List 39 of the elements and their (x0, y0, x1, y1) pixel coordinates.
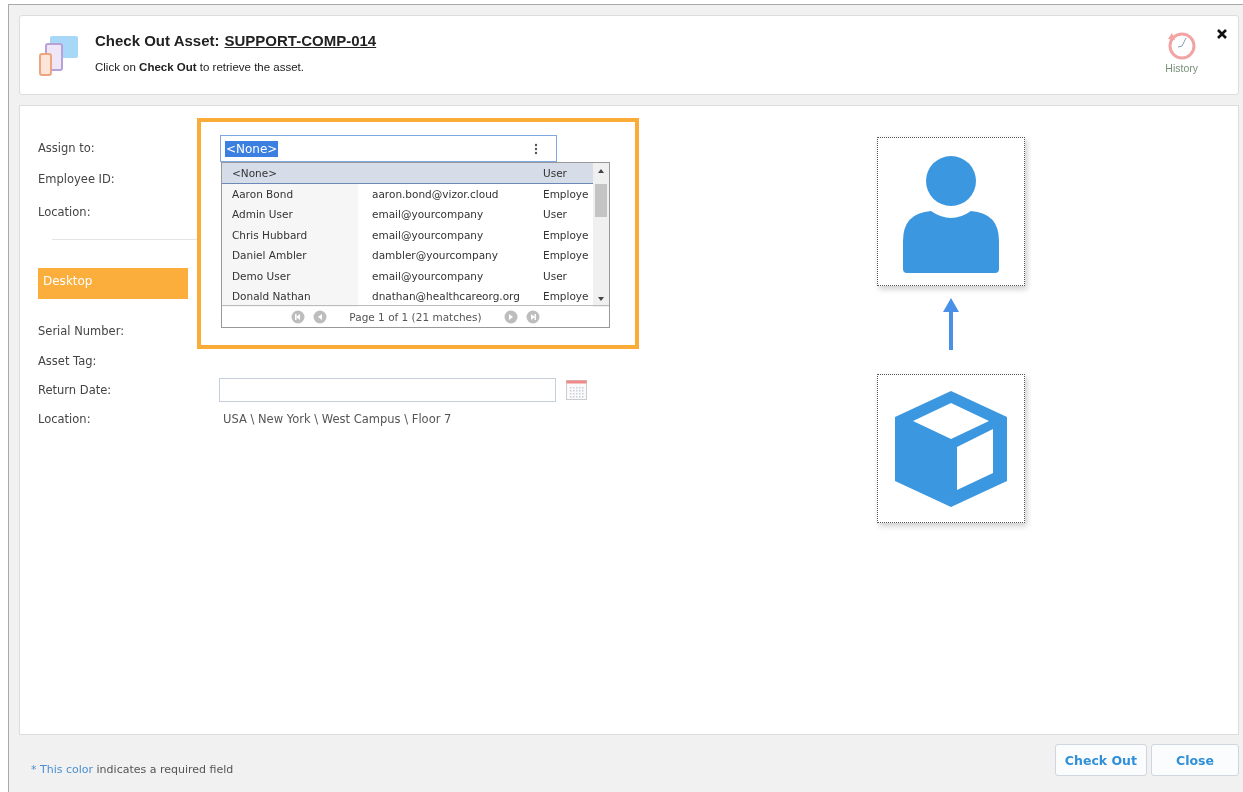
field-label: Serial Number: (38, 323, 126, 338)
assign-to-field[interactable]: <None> (220, 135, 557, 162)
dropdown-row[interactable]: Donald Nathan dnathan@healthcareorg.org Employe (222, 286, 593, 307)
pager-text: Page 1 of 1 (21 matches) (349, 310, 482, 323)
field-label: Employee ID: (38, 171, 116, 186)
history-button[interactable]: History (1165, 30, 1198, 74)
dropdown-row[interactable]: Demo User email@yourcompany User (222, 265, 593, 286)
field-label: Location: (38, 412, 92, 426)
dropdown-row[interactable]: Daniel Ambler dambler@yourcompany Employe (222, 245, 593, 266)
last-page-button[interactable] (525, 309, 540, 324)
close-icon[interactable] (1216, 28, 1228, 40)
up-arrow-icon (943, 298, 959, 350)
history-icon (1165, 30, 1198, 62)
dialog-title: Check Out Asset: (95, 32, 220, 49)
field-label: Assign to: (38, 140, 96, 155)
more-icon[interactable] (534, 142, 538, 155)
scroll-up-icon[interactable] (597, 168, 605, 174)
calendar-icon[interactable] (566, 379, 587, 400)
devices-icon (38, 34, 80, 78)
section-header: Desktop (38, 268, 188, 299)
required-field-note: * This color indicates a required field (31, 762, 234, 776)
scrollbar[interactable] (593, 163, 609, 307)
cube-icon (893, 388, 1009, 509)
next-page-button[interactable] (503, 309, 518, 324)
field-label: Asset Tag: (38, 353, 98, 368)
dropdown-row[interactable]: <None> User (222, 163, 593, 184)
dropdown-row[interactable]: Admin User email@yourcompany User (222, 204, 593, 225)
instruction-text: Click on Check Out to retrieve the asset. (95, 61, 305, 73)
dropdown-row[interactable]: Chris Hubbard email@yourcompany Employe (222, 224, 593, 245)
return-date-field[interactable] (219, 377, 556, 402)
asset-id: SUPPORT-COMP-014 (224, 32, 377, 49)
field-label: Location: (38, 204, 92, 219)
field-value: USA \ New York \ West Campus \ Floor 7 (222, 412, 453, 426)
previous-page-button[interactable] (313, 309, 328, 324)
field-label: Return Date: (38, 382, 113, 397)
scrollbar-thumb[interactable] (595, 184, 607, 217)
first-page-button[interactable] (291, 309, 306, 324)
scroll-down-icon[interactable] (597, 296, 605, 302)
dropdown-row[interactable]: Aaron Bond aaron.bond@vizor.cloud Employe (222, 183, 593, 204)
